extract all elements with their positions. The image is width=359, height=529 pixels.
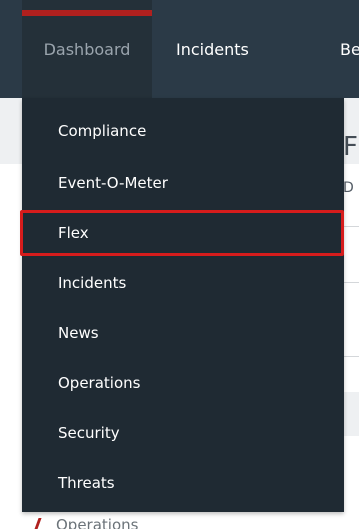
menu-item-label: News (58, 324, 99, 342)
menu-item-compliance[interactable]: Compliance (22, 109, 344, 153)
underlying-list-item-label: Operations (56, 516, 139, 529)
page-title: F (343, 132, 358, 162)
nav-incidents-label: Incidents (176, 39, 249, 59)
check-icon (33, 518, 49, 529)
menu-item-security[interactable]: Security (22, 411, 344, 455)
dashboard-dropdown-menu: Compliance Event-O-Meter Flex Incidents … (20, 98, 344, 512)
nav-incidents[interactable]: Incidents (176, 0, 249, 98)
top-navigation: Dashboard Incidents Be (0, 0, 359, 98)
menu-item-label: Security (58, 424, 120, 442)
menu-item-label: Flex (58, 224, 89, 242)
nav-dashboard-label: Dashboard (43, 39, 131, 59)
nav-dashboard[interactable]: Dashboard (22, 0, 152, 98)
menu-item-news[interactable]: News (22, 311, 344, 355)
page-subtitle: D (343, 180, 354, 196)
underlying-list-item[interactable]: Operations (33, 516, 139, 529)
menu-item-label: Event-O-Meter (58, 174, 168, 192)
menu-item-label: Threats (58, 474, 115, 492)
menu-item-label: Incidents (58, 274, 127, 292)
menu-item-event-o-meter[interactable]: Event-O-Meter (22, 161, 344, 205)
menu-item-threats[interactable]: Threats (22, 461, 344, 505)
menu-item-label: Operations (58, 374, 141, 392)
active-indicator (22, 10, 152, 16)
menu-item-operations[interactable]: Operations (22, 361, 344, 405)
menu-item-incidents[interactable]: Incidents (22, 261, 344, 305)
nav-truncated-item[interactable]: Be (340, 0, 359, 98)
menu-item-flex[interactable]: Flex (20, 210, 344, 256)
menu-item-label: Compliance (58, 122, 147, 140)
nav-truncated-label: Be (340, 39, 359, 59)
